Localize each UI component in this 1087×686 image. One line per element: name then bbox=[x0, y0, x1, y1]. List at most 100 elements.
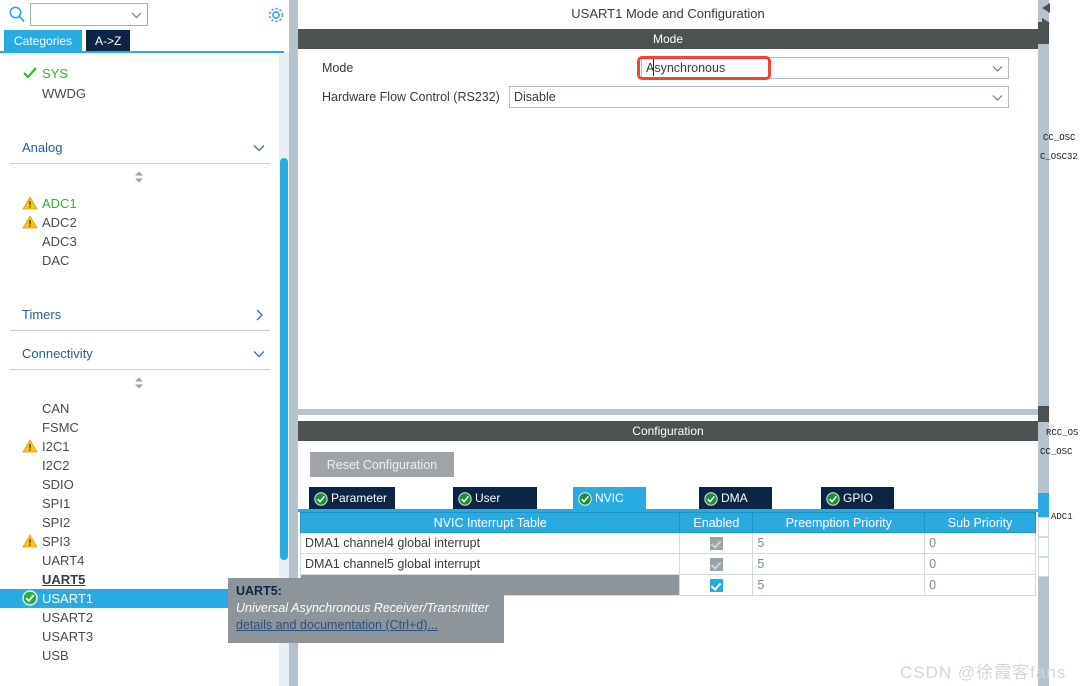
watermark: CSDN @徐霞客fans bbox=[900, 663, 1067, 682]
tab-dma-settings[interactable]: DMA Settings bbox=[699, 487, 773, 527]
warning-triangle-icon bbox=[22, 438, 38, 454]
tooltip-title: UART5: bbox=[236, 584, 282, 598]
cell-enabled[interactable] bbox=[679, 574, 754, 596]
tree-item-label: UART4 bbox=[42, 553, 85, 568]
sidebar-search-row bbox=[0, 0, 284, 30]
sidebar-scrollbar-thumb[interactable] bbox=[280, 158, 288, 560]
chevron-down-icon[interactable] bbox=[131, 10, 142, 20]
pin-label: CC_OSC bbox=[1043, 133, 1076, 143]
chip-pin-block[interactable] bbox=[1038, 557, 1049, 577]
tree-item-label: ADC2 bbox=[42, 215, 77, 230]
configuration-section-body: Reset Configuration Parameter Settings bbox=[298, 441, 1038, 686]
chevron-down-icon[interactable] bbox=[992, 92, 1003, 103]
chip-pin-selected[interactable] bbox=[1038, 493, 1049, 517]
tree-item-label: USART1 bbox=[42, 591, 94, 606]
col-nvic-interrupt-table: NVIC Interrupt Table bbox=[299, 512, 681, 533]
check-circle-icon bbox=[826, 491, 840, 506]
tree-item-label: SDIO bbox=[42, 477, 74, 492]
tree-item-clipped bbox=[28, 53, 32, 62]
cell-enabled[interactable] bbox=[679, 553, 754, 575]
table-row[interactable]: DMA1 channel4 global interrupt 5 0 bbox=[299, 532, 1036, 554]
tree-item-label: USB bbox=[42, 648, 69, 663]
hardware-flow-control-value: Disable bbox=[514, 90, 556, 104]
divider bbox=[10, 369, 270, 370]
section-header-timers[interactable]: Timers bbox=[10, 305, 270, 331]
tree-item-label: WWDG bbox=[42, 86, 87, 101]
tab-gpio-settings[interactable]: GPIO Settings bbox=[821, 487, 895, 527]
reset-configuration-button[interactable]: Reset Configuration bbox=[310, 452, 454, 477]
scroll-spinner-icon[interactable] bbox=[132, 376, 146, 390]
app-window: Categories A->Z SYS WWDG Analog ADC1 ADC… bbox=[0, 0, 1087, 686]
section-title: Timers bbox=[22, 307, 62, 322]
tab-user-constants[interactable]: User Constants bbox=[453, 487, 538, 527]
hardware-flow-control-select[interactable]: Disable bbox=[509, 86, 1009, 108]
cell-sub-priority[interactable]: 0 bbox=[924, 532, 1036, 554]
search-icon bbox=[8, 5, 26, 23]
cell-sub-priority[interactable]: 0 bbox=[924, 553, 1036, 575]
chevron-down-icon[interactable] bbox=[992, 63, 1003, 74]
enabled-checkbox[interactable] bbox=[709, 579, 723, 593]
sidebar-tabs: Categories A->Z bbox=[0, 30, 284, 53]
pin-label: CC_OSC bbox=[1040, 447, 1073, 457]
cell-sub-priority[interactable]: 0 bbox=[924, 574, 1036, 596]
tooltip-description: Universal Asynchronous Receiver/Transmit… bbox=[236, 601, 489, 615]
cell-enabled[interactable] bbox=[679, 532, 754, 554]
mode-section-band: Mode bbox=[298, 29, 1038, 49]
mode-select-value: Asynchronous bbox=[646, 61, 726, 75]
enabled-checkbox[interactable] bbox=[709, 537, 723, 551]
text-caret bbox=[653, 59, 654, 76]
cell-preemption[interactable]: 5 bbox=[752, 532, 926, 554]
warning-triangle-icon bbox=[22, 195, 38, 211]
collapse-left-icon[interactable] bbox=[1040, 2, 1052, 16]
table-header-row: NVIC Interrupt Table Enabled Preemption … bbox=[299, 512, 1036, 533]
tooltip-documentation-link[interactable]: details and documentation (Ctrl+d)... bbox=[236, 618, 496, 632]
chevron-down-icon[interactable] bbox=[252, 141, 266, 155]
warning-triangle-icon bbox=[22, 533, 38, 549]
tab-nvic-settings[interactable]: NVIC Settings bbox=[573, 487, 647, 527]
tree-item-label: UART5 bbox=[42, 572, 86, 587]
cell-interrupt-name: DMA1 channel5 global interrupt bbox=[299, 553, 681, 575]
enabled-checkbox[interactable] bbox=[709, 558, 723, 572]
cell-preemption[interactable]: 5 bbox=[752, 553, 926, 575]
tab-categories[interactable]: Categories bbox=[4, 30, 83, 53]
pin-label: ADC1 bbox=[1051, 512, 1073, 522]
section-header-connectivity[interactable]: Connectivity bbox=[10, 344, 270, 370]
gear-icon[interactable] bbox=[266, 5, 286, 25]
expand-right-icon[interactable] bbox=[1040, 16, 1052, 30]
cell-preemption[interactable]: 5 bbox=[752, 574, 926, 596]
tree-item-label: ADC1 bbox=[42, 196, 77, 211]
check-circle-icon bbox=[314, 491, 328, 506]
chevron-down-icon[interactable] bbox=[252, 347, 266, 361]
check-circle-icon bbox=[458, 491, 472, 506]
chip-pin-block[interactable] bbox=[1038, 406, 1049, 422]
tab-a-to-z[interactable]: A->Z bbox=[86, 30, 131, 53]
mode-label: Mode bbox=[322, 61, 354, 75]
green-check-circle-icon bbox=[22, 590, 38, 606]
tree-item-label: I2C1 bbox=[42, 439, 70, 454]
table-row[interactable]: DMA1 channel5 global interrupt 5 0 bbox=[299, 553, 1036, 575]
mode-select[interactable]: Asynchronous bbox=[641, 57, 1009, 79]
section-header-analog[interactable]: Analog bbox=[10, 138, 270, 164]
tree-item-label: DAC bbox=[42, 253, 70, 268]
tree-item-label: SPI1 bbox=[42, 496, 71, 511]
tree-item-label: USART2 bbox=[42, 610, 94, 625]
chip-pin-block[interactable] bbox=[1038, 537, 1049, 557]
col-preemption-priority: Preemption Priority bbox=[752, 512, 926, 533]
warning-triangle-icon bbox=[22, 214, 38, 230]
check-circle-icon bbox=[578, 491, 592, 506]
search-input[interactable] bbox=[30, 3, 148, 26]
tree-item-label: USART3 bbox=[42, 629, 94, 644]
col-enabled: Enabled bbox=[679, 512, 754, 533]
tree-item-label: CAN bbox=[42, 401, 70, 416]
chip-pin-block[interactable] bbox=[1038, 517, 1049, 537]
pin-label: C_OSC32 bbox=[1040, 152, 1078, 162]
chevron-right-icon[interactable] bbox=[252, 308, 266, 322]
configuration-section-band: Configuration bbox=[298, 421, 1038, 441]
scroll-spinner-icon[interactable] bbox=[132, 170, 146, 184]
section-title: Connectivity bbox=[22, 346, 93, 361]
hardware-flow-control-label: Hardware Flow Control (RS232) bbox=[322, 90, 500, 104]
check-circle-icon bbox=[704, 491, 718, 506]
mode-section-body: Mode Asynchronous Hardware Flow Control … bbox=[298, 49, 1038, 415]
tab-parameter-settings[interactable]: Parameter Settings bbox=[309, 487, 396, 527]
pin-label: RCC_OS bbox=[1046, 428, 1079, 438]
